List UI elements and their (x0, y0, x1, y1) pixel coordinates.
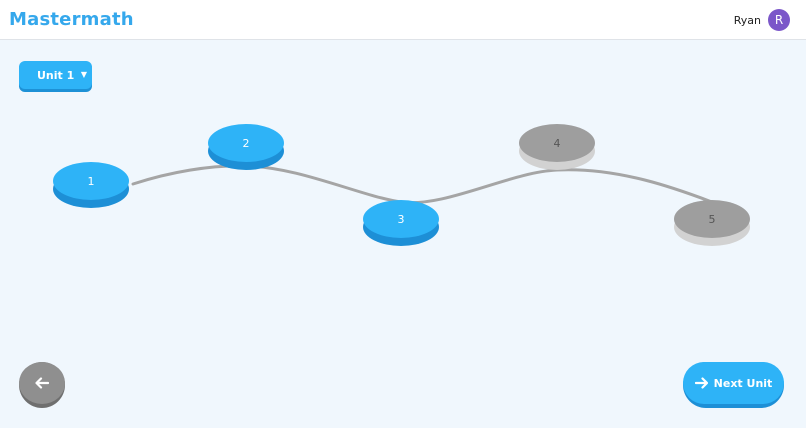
arrow-left-icon (35, 377, 49, 389)
lesson-node-label: 4 (519, 124, 595, 162)
lesson-node-label: 3 (363, 200, 439, 238)
lesson-node-5[interactable]: 5 (674, 200, 750, 246)
lesson-node-label: 1 (53, 162, 129, 200)
next-unit-button[interactable]: Next Unit (683, 362, 784, 408)
lesson-node-3[interactable]: 3 (363, 200, 439, 246)
back-button[interactable] (19, 362, 65, 408)
lesson-node-label: 5 (674, 200, 750, 238)
lesson-node-4[interactable]: 4 (519, 124, 595, 170)
arrow-right-icon (694, 377, 708, 389)
lesson-node-2[interactable]: 2 (208, 124, 284, 170)
lesson-node-1[interactable]: 1 (53, 162, 129, 208)
lesson-node-label: 2 (208, 124, 284, 162)
next-unit-label: Next Unit (713, 376, 773, 390)
